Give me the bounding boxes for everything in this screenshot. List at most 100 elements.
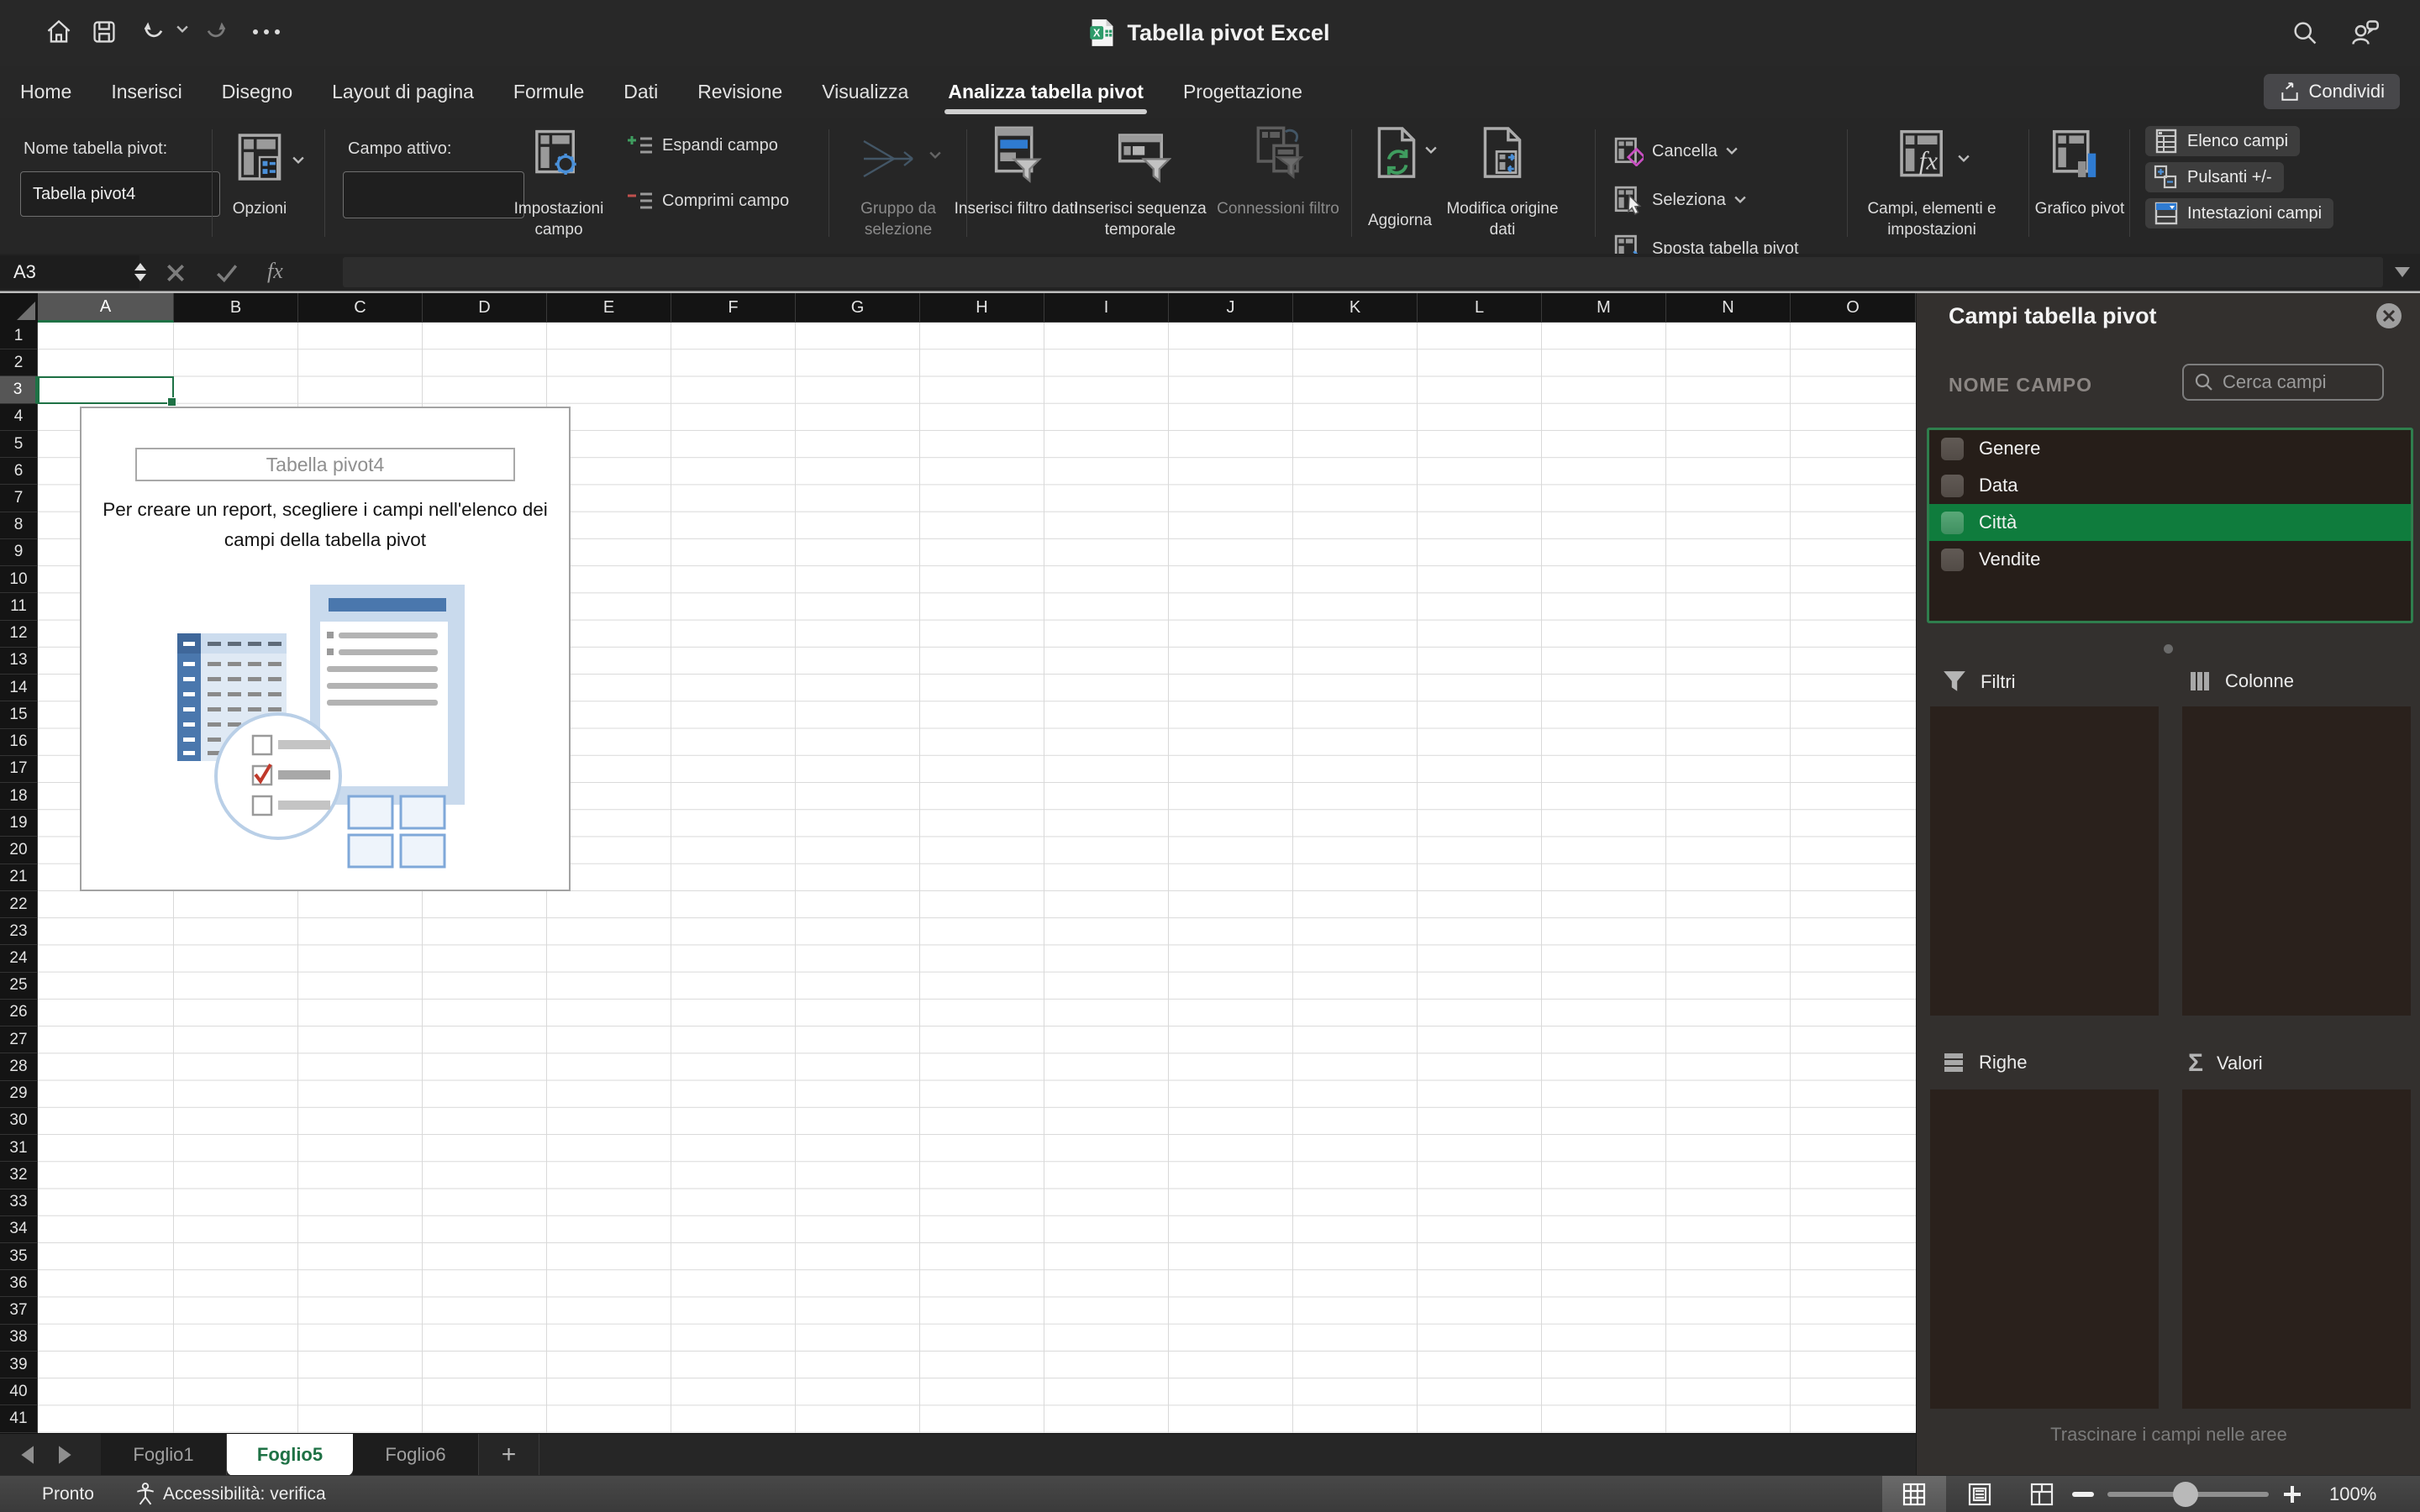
row-header-36[interactable]: 36 <box>0 1270 38 1298</box>
formula-input[interactable] <box>343 257 2383 287</box>
fx-icon[interactable]: fx <box>267 259 283 284</box>
fields-items-button[interactable]: fx <box>1896 128 1951 183</box>
select-button[interactable]: Seleziona <box>1613 185 1746 215</box>
filters-dropzone[interactable] <box>1930 706 2159 1016</box>
grid-cells[interactable]: Tabella pivot4 Per creare un report, sce… <box>38 323 1916 1433</box>
change-source-label[interactable]: Modifica origine dati <box>1442 198 1563 240</box>
column-header-O[interactable]: O <box>1791 293 1916 323</box>
field-item-data[interactable]: Data <box>1929 467 2411 504</box>
confirm-entry-icon[interactable] <box>215 262 239 284</box>
share-button[interactable]: Condividi <box>2263 74 2400 109</box>
column-header-L[interactable]: L <box>1418 293 1542 323</box>
column-header-M[interactable]: M <box>1542 293 1666 323</box>
name-box-spinner[interactable] <box>126 255 155 289</box>
pane-splitter-handle[interactable] <box>2164 644 2173 654</box>
ribbon-tab-home[interactable]: Home <box>20 66 71 118</box>
row-header-24[interactable]: 24 <box>0 945 38 973</box>
search-icon[interactable] <box>2291 18 2319 47</box>
row-header-1[interactable]: 1 <box>0 323 38 350</box>
row-header-12[interactable]: 12 <box>0 620 38 648</box>
row-header-26[interactable]: 26 <box>0 999 38 1027</box>
normal-view-button[interactable] <box>1882 1476 1946 1512</box>
row-header-35[interactable]: 35 <box>0 1242 38 1271</box>
pivot-chart-button[interactable] <box>2050 128 2106 183</box>
insert-timeline-label[interactable]: Inserisci sequenza temporale <box>1062 198 1218 240</box>
field-item-genere[interactable]: Genere <box>1929 430 2411 467</box>
options-label[interactable]: Opzioni <box>213 198 306 219</box>
row-header-34[interactable]: 34 <box>0 1215 38 1243</box>
pivot-name-input[interactable]: Tabella pivot4 <box>20 171 220 217</box>
row-header-39[interactable]: 39 <box>0 1351 38 1379</box>
formula-bar-expand-icon[interactable] <box>2395 267 2410 277</box>
zoom-out-button[interactable] <box>2072 1492 2094 1497</box>
zoom-slider-handle[interactable] <box>2173 1482 2198 1507</box>
page-break-view-button[interactable] <box>2010 1476 2074 1512</box>
column-header-E[interactable]: E <box>547 293 671 323</box>
ribbon-tab-revisione[interactable]: Revisione <box>697 66 782 118</box>
row-header-20[interactable]: 20 <box>0 837 38 864</box>
row-header-10[interactable]: 10 <box>0 566 38 594</box>
column-header-J[interactable]: J <box>1169 293 1293 323</box>
values-dropzone[interactable] <box>2182 1089 2411 1409</box>
active-field-input[interactable] <box>343 171 524 218</box>
column-header-A[interactable]: A <box>38 293 174 323</box>
insert-slicer-button[interactable] <box>988 126 1044 185</box>
row-header-6[interactable]: 6 <box>0 458 38 486</box>
row-header-21[interactable]: 21 <box>0 864 38 891</box>
row-header-13[interactable]: 13 <box>0 647 38 675</box>
rows-dropzone[interactable] <box>1930 1089 2159 1409</box>
page-layout-view-button[interactable] <box>1948 1476 2012 1512</box>
row-header-32[interactable]: 32 <box>0 1162 38 1189</box>
column-header-B[interactable]: B <box>174 293 298 323</box>
row-header-5[interactable]: 5 <box>0 430 38 459</box>
field-item-vendite[interactable]: Vendite <box>1929 541 2411 578</box>
column-header-N[interactable]: N <box>1666 293 1791 323</box>
row-header-3[interactable]: 3 <box>0 376 38 404</box>
column-header-C[interactable]: C <box>298 293 423 323</box>
add-sheet-button[interactable]: + <box>479 1434 539 1476</box>
field-settings-label[interactable]: Impostazioni campo <box>498 198 619 240</box>
row-header-15[interactable]: 15 <box>0 701 38 729</box>
field-settings-button[interactable] <box>531 128 585 181</box>
ribbon-tab-layout-di-pagina[interactable]: Layout di pagina <box>332 66 474 118</box>
ribbon-tab-dati[interactable]: Dati <box>623 66 658 118</box>
field-checkbox-data[interactable] <box>1941 474 1964 497</box>
column-header-D[interactable]: D <box>423 293 547 323</box>
ribbon-tab-progettazione[interactable]: Progettazione <box>1183 66 1302 118</box>
row-header-40[interactable]: 40 <box>0 1378 38 1406</box>
expand-field-button[interactable]: Espandi campo <box>625 134 778 156</box>
field-checkbox-genere[interactable] <box>1941 437 1964 460</box>
field-headers-toggle[interactable]: Intestazioni campi <box>2145 198 2334 228</box>
clear-button[interactable]: Cancella <box>1613 136 1738 166</box>
field-checkbox-città[interactable] <box>1941 511 1964 534</box>
row-header-29[interactable]: 29 <box>0 1080 38 1108</box>
row-header-14[interactable]: 14 <box>0 675 38 702</box>
select-all-corner[interactable] <box>0 293 39 323</box>
worksheet-grid[interactable]: ABCDEFGHIJKLMNO 1 2 3 4 5 6 7 8 9 10 11 12 13 14 15 16 1… <box>0 293 1916 1433</box>
field-item-città[interactable]: Città <box>1929 504 2411 541</box>
row-header-9[interactable]: 9 <box>0 538 38 567</box>
field-search-box[interactable]: Cerca campi <box>2182 364 2384 401</box>
row-header-37[interactable]: 37 <box>0 1297 38 1325</box>
sheet-tab-foglio5[interactable]: Foglio5 <box>227 1434 353 1476</box>
column-header-F[interactable]: F <box>671 293 796 323</box>
fields-items-chevron-icon[interactable] <box>1958 155 1970 163</box>
row-header-38[interactable]: 38 <box>0 1324 38 1352</box>
row-header-31[interactable]: 31 <box>0 1135 38 1163</box>
pane-close-button[interactable] <box>2376 303 2402 328</box>
row-header-19[interactable]: 19 <box>0 810 38 837</box>
row-header-27[interactable]: 27 <box>0 1026 38 1054</box>
field-checkbox-vendite[interactable] <box>1941 548 1964 571</box>
refresh-button[interactable] <box>1370 126 1423 185</box>
people-icon[interactable] <box>2349 18 2380 47</box>
ribbon-tab-inserisci[interactable]: Inserisci <box>111 66 182 118</box>
insert-slicer-label[interactable]: Inserisci filtro dati <box>953 198 1079 219</box>
zoom-in-button[interactable] <box>2282 1484 2302 1504</box>
options-button[interactable] <box>232 129 287 185</box>
columns-dropzone[interactable] <box>2182 706 2411 1016</box>
row-header-25[interactable]: 25 <box>0 972 38 1000</box>
change-source-button[interactable] <box>1476 126 1529 185</box>
collapse-field-button[interactable]: Comprimi campo <box>625 190 789 212</box>
row-header-17[interactable]: 17 <box>0 755 38 783</box>
options-chevron-icon[interactable] <box>292 156 304 165</box>
